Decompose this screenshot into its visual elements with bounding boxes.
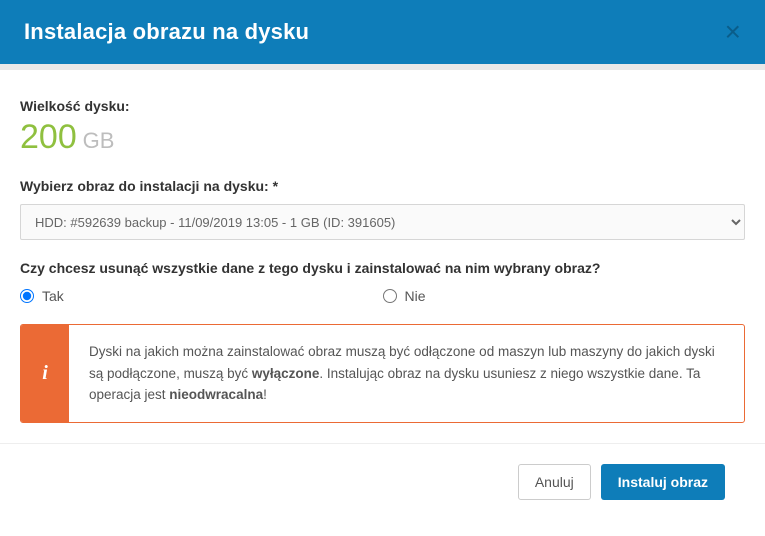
cancel-button[interactable]: Anuluj [518, 464, 591, 500]
disk-size-unit: GB [83, 128, 115, 153]
modal-header: Instalacja obrazu na dysku × [0, 0, 765, 70]
erase-question-group: Czy chcesz usunąć wszystkie dane z tego … [20, 260, 745, 304]
radio-no-label: Nie [405, 288, 426, 304]
close-icon[interactable]: × [725, 18, 741, 46]
radio-yes-input[interactable] [20, 289, 34, 303]
radio-yes[interactable]: Tak [20, 288, 383, 304]
erase-question-label: Czy chcesz usunąć wszystkie dane z tego … [20, 260, 745, 276]
install-button[interactable]: Instaluj obraz [601, 464, 725, 500]
warning-text: Dyski na jakich można zainstalować obraz… [69, 325, 744, 422]
warning-alert: i Dyski na jakich można zainstalować obr… [20, 324, 745, 423]
info-icon: i [21, 325, 69, 422]
modal-footer: Anuluj Instaluj obraz [20, 444, 745, 520]
radio-no[interactable]: Nie [383, 288, 746, 304]
modal-title: Instalacja obrazu na dysku [24, 19, 309, 45]
image-select[interactable]: HDD: #592639 backup - 11/09/2019 13:05 -… [20, 204, 745, 240]
image-select-group: Wybierz obraz do instalacji na dysku: * … [20, 178, 745, 240]
radio-yes-label: Tak [42, 288, 64, 304]
disk-size-value: 200 GB [20, 120, 745, 154]
modal-body: Wielkość dysku: 200 GB Wybierz obraz do … [0, 70, 765, 536]
radio-no-input[interactable] [383, 289, 397, 303]
disk-size-label: Wielkość dysku: [20, 98, 745, 114]
image-select-label: Wybierz obraz do instalacji na dysku: * [20, 178, 745, 194]
disk-size-number: 200 [20, 120, 77, 154]
